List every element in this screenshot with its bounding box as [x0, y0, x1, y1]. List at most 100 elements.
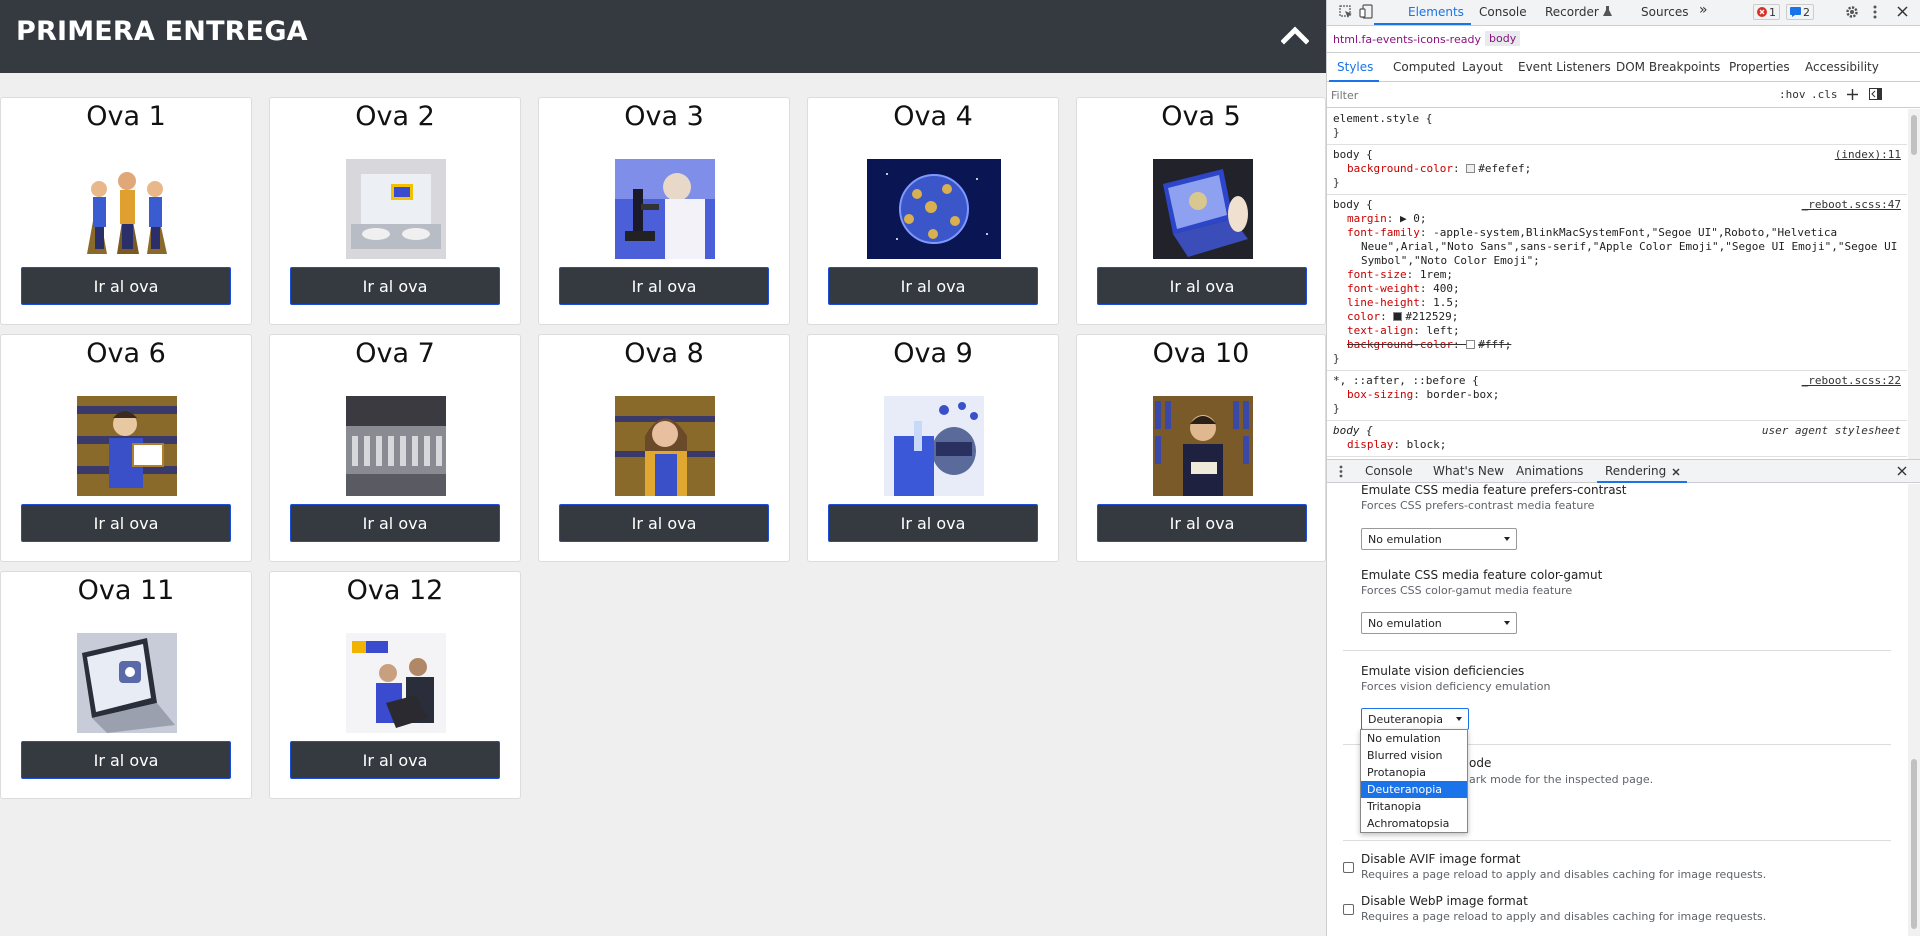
style-declaration[interactable]: margin: ▶ 0; — [1347, 212, 1901, 226]
ir-al-ova-button[interactable]: Ir al ova — [290, 504, 500, 542]
property-name[interactable]: font-weight — [1347, 282, 1420, 295]
style-declaration[interactable]: font-size: 1rem; — [1347, 268, 1901, 282]
rule-source-link[interactable]: _reboot.scss:22 — [1802, 374, 1901, 388]
property-value[interactable]: ▶ 0; — [1400, 212, 1427, 225]
property-name[interactable]: font-family — [1347, 226, 1420, 239]
property-value[interactable]: left; — [1426, 324, 1459, 337]
color-swatch-icon[interactable] — [1466, 340, 1476, 349]
tab-sources[interactable]: Sources — [1641, 5, 1688, 19]
cls-toggle[interactable]: .cls — [1811, 88, 1838, 101]
ir-al-ova-button[interactable]: Ir al ova — [21, 504, 231, 542]
ir-al-ova-button[interactable]: Ir al ova — [1097, 267, 1307, 305]
collapse-button[interactable] — [1278, 18, 1312, 52]
device-toolbar-icon[interactable] — [1359, 4, 1373, 19]
styles-filter-input[interactable] — [1331, 86, 1631, 104]
close-devtools-icon[interactable] — [1897, 6, 1908, 17]
drawer-menu-icon[interactable] — [1339, 465, 1343, 478]
property-name[interactable]: display — [1347, 438, 1393, 451]
rule-source-link[interactable]: _reboot.scss:47 — [1802, 198, 1901, 212]
contrast-select[interactable]: No emulation — [1361, 528, 1517, 550]
ir-al-ova-button[interactable]: Ir al ova — [1097, 504, 1307, 542]
property-value[interactable]: border-box; — [1426, 388, 1499, 401]
ir-al-ova-button[interactable]: Ir al ova — [21, 741, 231, 779]
property-value[interactable]: #212529; — [1405, 310, 1458, 323]
ir-al-ova-button[interactable]: Ir al ova — [21, 267, 231, 305]
tab-elements[interactable]: Elements — [1408, 5, 1464, 19]
tab-recorder[interactable]: Recorder — [1545, 5, 1599, 19]
property-name[interactable]: box-sizing — [1347, 388, 1413, 401]
message-badge[interactable]: 2 — [1786, 4, 1814, 20]
subtab-layout[interactable]: Layout — [1462, 60, 1503, 74]
vision-select[interactable]: Deuteranopia — [1361, 708, 1469, 730]
ir-al-ova-button[interactable]: Ir al ova — [828, 267, 1038, 305]
styles-scroll-thumb[interactable] — [1911, 115, 1917, 155]
subtab-properties[interactable]: Properties — [1729, 60, 1790, 74]
hov-toggle[interactable]: :hov — [1779, 88, 1806, 101]
property-value[interactable]: -apple-system,BlinkMacSystemFont,"Segoe … — [1361, 226, 1897, 267]
style-declaration[interactable]: display: block; — [1347, 438, 1901, 452]
drawer-tab-rendering[interactable]: Rendering — [1605, 464, 1666, 478]
style-declaration[interactable]: text-align: left; — [1347, 324, 1901, 338]
error-badge[interactable]: 1 — [1753, 4, 1780, 20]
settings-gear-icon[interactable] — [1845, 5, 1859, 19]
property-name[interactable]: background-color — [1347, 162, 1453, 175]
rule-selector[interactable]: body { — [1333, 148, 1901, 162]
subtab-computed[interactable]: Computed — [1393, 60, 1455, 74]
drawer-tab-animations[interactable]: Animations — [1516, 464, 1583, 478]
rule-source-link[interactable]: (index):11 — [1835, 148, 1901, 162]
style-declaration[interactable]: font-family: -apple-system,BlinkMacSyste… — [1347, 226, 1901, 268]
ir-al-ova-button[interactable]: Ir al ova — [290, 741, 500, 779]
disable-webp-checkbox[interactable] — [1343, 904, 1354, 915]
vision-option[interactable]: Blurred vision — [1361, 747, 1467, 764]
property-name[interactable]: line-height — [1347, 296, 1420, 309]
rule-selector[interactable]: element.style { — [1333, 112, 1901, 126]
subtab-dom-breakpoints[interactable]: DOM Breakpoints — [1616, 60, 1720, 74]
gamut-select[interactable]: No emulation — [1361, 612, 1517, 634]
rendering-scroll-thumb[interactable] — [1911, 759, 1917, 929]
property-name[interactable]: color — [1347, 310, 1380, 323]
color-swatch-icon[interactable] — [1466, 164, 1476, 173]
vision-option[interactable]: Protanopia — [1361, 764, 1467, 781]
inspect-element-icon[interactable] — [1339, 5, 1353, 19]
style-declaration[interactable]: color: #212529; — [1347, 310, 1901, 324]
property-name[interactable]: margin — [1347, 212, 1387, 225]
style-declaration[interactable]: background-color: #efefef; — [1347, 162, 1901, 176]
drawer-tab-whats-new[interactable]: What's New — [1433, 464, 1504, 478]
property-value[interactable]: block; — [1407, 438, 1447, 451]
drawer-tab-console[interactable]: Console — [1365, 464, 1413, 478]
kebab-menu-icon[interactable] — [1873, 5, 1877, 19]
vision-option[interactable]: Achromatopsia — [1361, 815, 1467, 832]
tab-console[interactable]: Console — [1479, 5, 1527, 19]
property-value[interactable]: #efefef; — [1478, 162, 1531, 175]
property-name[interactable]: text-align — [1347, 324, 1413, 337]
ir-al-ova-button[interactable]: Ir al ova — [559, 267, 769, 305]
new-style-rule-icon[interactable] — [1847, 89, 1858, 100]
ir-al-ova-button[interactable]: Ir al ova — [559, 504, 769, 542]
property-value[interactable]: 1.5; — [1433, 296, 1460, 309]
style-declaration[interactable]: line-height: 1.5; — [1347, 296, 1901, 310]
color-swatch-icon[interactable] — [1393, 312, 1403, 321]
property-value[interactable]: 400; — [1433, 282, 1460, 295]
rendering-scrollbar[interactable] — [1908, 484, 1920, 936]
vision-option[interactable]: Tritanopia — [1361, 798, 1467, 815]
toggle-sidebar-icon[interactable] — [1869, 88, 1882, 100]
vision-option[interactable]: No emulation — [1361, 730, 1467, 747]
property-value[interactable]: #fff; — [1478, 338, 1511, 351]
style-declaration[interactable]: font-weight: 400; — [1347, 282, 1901, 296]
style-declaration[interactable]: box-sizing: border-box; — [1347, 388, 1901, 402]
subtab-event-listeners[interactable]: Event Listeners — [1518, 60, 1611, 74]
styles-scrollbar[interactable] — [1908, 109, 1920, 459]
breadcrumb-body[interactable]: body — [1485, 31, 1521, 46]
ir-al-ova-button[interactable]: Ir al ova — [828, 504, 1038, 542]
more-tabs-button[interactable]: » — [1699, 2, 1708, 18]
subtab-styles[interactable]: Styles — [1337, 60, 1373, 74]
close-rendering-tab-icon[interactable] — [1672, 468, 1680, 476]
vision-option[interactable]: Deuteranopia — [1361, 781, 1467, 798]
property-name[interactable]: background-color — [1347, 338, 1453, 351]
subtab-accessibility[interactable]: Accessibility — [1805, 60, 1879, 74]
style-declaration[interactable]: background-color: #fff; — [1347, 338, 1901, 352]
close-drawer-icon[interactable] — [1897, 466, 1907, 476]
disable-avif-checkbox[interactable] — [1343, 862, 1354, 873]
breadcrumb-html[interactable]: html.fa-events-icons-ready — [1333, 33, 1481, 46]
property-value[interactable]: 1rem; — [1420, 268, 1453, 281]
